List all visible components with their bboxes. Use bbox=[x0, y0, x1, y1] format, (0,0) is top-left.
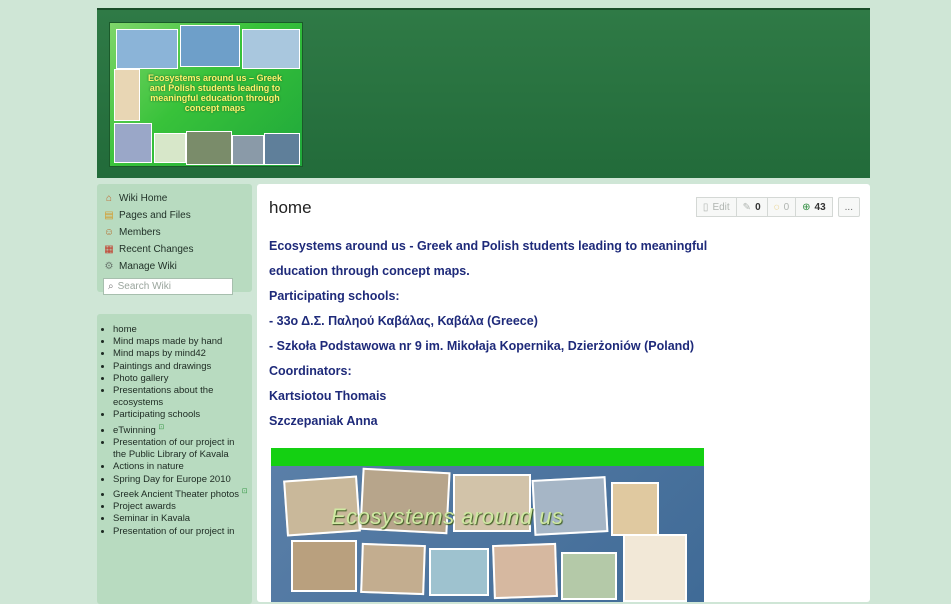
nav-item-paintings[interactable]: Paintings and drawings bbox=[113, 361, 248, 373]
nav-item-spring-day[interactable]: Spring Day for Europe 2010 bbox=[113, 474, 248, 486]
calendar-icon: ▦ bbox=[104, 244, 114, 255]
comments-button[interactable]: ◌ 0 bbox=[766, 197, 797, 217]
history-icon: ⊕ bbox=[802, 201, 811, 213]
nav-item-presentation-project[interactable]: Presentation of our project in bbox=[113, 526, 248, 538]
logo-photo bbox=[154, 133, 186, 163]
page-body: Ecosystems around us - Greek and Polish … bbox=[269, 234, 859, 434]
body-line: Coordinators: bbox=[269, 364, 352, 378]
edit-icon: ▯ bbox=[702, 201, 709, 213]
collage-photo bbox=[360, 542, 426, 596]
folder-icon: ▤ bbox=[104, 210, 114, 221]
body-line: Szczepaniak Anna bbox=[269, 414, 378, 428]
search-input[interactable]: ⌕ Search Wiki bbox=[103, 278, 233, 295]
sidebar-link-label: Pages and Files bbox=[119, 210, 191, 221]
collage-top-band bbox=[271, 448, 704, 466]
sidebar-link-recent-changes[interactable]: ▦ Recent Changes bbox=[103, 241, 247, 258]
sidebar-link-members[interactable]: ☺ Members bbox=[103, 224, 247, 241]
logo-photo bbox=[114, 123, 152, 163]
logo-photo bbox=[264, 133, 300, 165]
nav-item-project-awards[interactable]: Project awards bbox=[113, 501, 248, 513]
external-link-icon: ⊡ bbox=[158, 423, 165, 431]
collage-photo bbox=[492, 542, 558, 600]
sidebar-link-label: Recent Changes bbox=[119, 244, 194, 255]
logo-title: Ecosystems around us – Greek and Polish … bbox=[147, 73, 283, 113]
wiki-logo[interactable]: Ecosystems around us – Greek and Polish … bbox=[109, 22, 303, 167]
body-line: Ecosystems around us - Greek and Polish … bbox=[269, 239, 708, 253]
house-icon: ⌂ bbox=[105, 193, 113, 204]
logo-photo bbox=[116, 29, 178, 69]
sidebar-tools: ⌂ Wiki Home ▤ Pages and Files ☺ Members … bbox=[97, 184, 252, 295]
sidebar-navigation: home Mind maps made by hand Mind maps by… bbox=[97, 314, 252, 604]
sidebar-link-pages-and-files[interactable]: ▤ Pages and Files bbox=[103, 207, 247, 224]
logo-photo bbox=[180, 25, 240, 67]
nav-item-actions-in-nature[interactable]: Actions in nature bbox=[113, 461, 248, 473]
tags-button[interactable]: ✎ 0 bbox=[735, 197, 768, 217]
wiki-header: Ecosystems around us – Greek and Polish … bbox=[97, 8, 870, 178]
gear-icon: ⚙ bbox=[104, 261, 114, 272]
members-icon: ☺ bbox=[103, 227, 115, 238]
nav-item-public-library[interactable]: Presentation of our project in the Publi… bbox=[113, 437, 248, 461]
nav-item-etwinning[interactable]: eTwinning ⊡ bbox=[113, 422, 248, 437]
nav-item-seminar-kavala[interactable]: Seminar in Kavala bbox=[113, 513, 248, 525]
edit-button[interactable]: ▯ Edit bbox=[695, 197, 737, 217]
sidebar-link-manage-wiki[interactable]: ⚙ Manage Wiki bbox=[103, 258, 247, 275]
body-line: Kartsiotou Thomais bbox=[269, 389, 387, 403]
nav-item-photo-gallery[interactable]: Photo gallery bbox=[113, 373, 248, 385]
nav-item-home[interactable]: home bbox=[113, 324, 248, 336]
more-button[interactable]: ... bbox=[837, 197, 860, 217]
collage-photo bbox=[611, 482, 659, 536]
body-line: - 33ο Δ.Σ. Παληού Καβάλας, Καβάλα (Greec… bbox=[269, 314, 538, 328]
sidebar: ⌂ Wiki Home ▤ Pages and Files ☺ Members … bbox=[97, 184, 252, 604]
sidebar-link-label: Wiki Home bbox=[119, 193, 168, 204]
collage-photo bbox=[623, 534, 687, 602]
collage-image: Ecosystems around us bbox=[271, 448, 704, 602]
nav-item-mind-maps-mind42[interactable]: Mind maps by mind42 bbox=[113, 348, 248, 360]
sidebar-link-label: Members bbox=[119, 227, 161, 238]
logo-photo bbox=[232, 135, 264, 165]
page-title: home bbox=[269, 198, 312, 217]
nav-item-participating-schools[interactable]: Participating schools bbox=[113, 409, 248, 421]
page-wrapper: Ecosystems around us – Greek and Polish … bbox=[97, 8, 870, 604]
search-placeholder: Search Wiki bbox=[117, 281, 171, 292]
collage-photo bbox=[561, 552, 617, 600]
body-line: - Szkoła Podstawowa nr 9 im. Mikołaja Ko… bbox=[269, 339, 695, 353]
collage-photo bbox=[429, 548, 489, 596]
body-line: Participating schools: bbox=[269, 289, 400, 303]
logo-photo bbox=[186, 131, 232, 165]
search-icon: ⌕ bbox=[108, 281, 114, 292]
sidebar-link-label: Manage Wiki bbox=[119, 261, 177, 272]
collage-photo bbox=[291, 540, 357, 592]
collage-caption: Ecosystems around us bbox=[331, 504, 564, 529]
nav-item-greek-theater[interactable]: Greek Ancient Theater photos ⊡ bbox=[113, 486, 248, 501]
logo-photo bbox=[114, 69, 140, 121]
comment-icon: ◌ bbox=[773, 201, 780, 213]
logo-photo bbox=[242, 29, 300, 69]
page-toolbar: ▯ Edit ✎ 0 ◌ 0 ⊕ 43 ... bbox=[695, 197, 860, 217]
external-link-icon: ⊡ bbox=[241, 487, 248, 495]
nav-item-mind-maps-by-hand[interactable]: Mind maps made by hand bbox=[113, 336, 248, 348]
sidebar-link-wiki-home[interactable]: ⌂ Wiki Home bbox=[103, 190, 247, 207]
tag-icon: ✎ bbox=[742, 201, 752, 213]
main-content: home ▯ Edit ✎ 0 ◌ 0 ⊕ 43 ... Ecosystems … bbox=[257, 184, 870, 602]
body-line: education through concept maps. bbox=[269, 264, 470, 278]
revisions-button[interactable]: ⊕ 43 bbox=[795, 197, 833, 217]
nav-item-presentations[interactable]: Presentations about the ecosystems bbox=[113, 385, 248, 409]
